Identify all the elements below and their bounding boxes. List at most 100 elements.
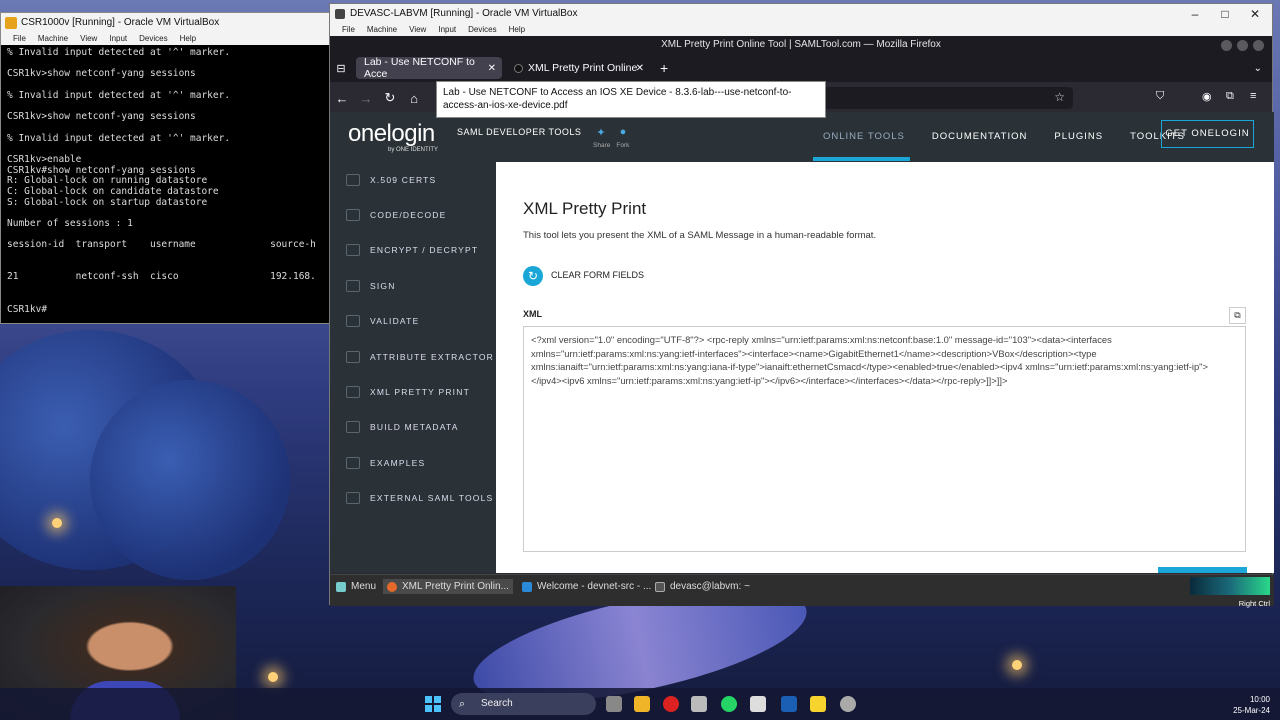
menu-machine[interactable]: Machine — [367, 24, 397, 36]
sidebar-item-encrypt-decrypt[interactable]: ENCRYPT / DECRYPT — [330, 233, 496, 268]
social-labels: Share Fork — [593, 142, 629, 149]
firefox-title-bar[interactable]: XML Pretty Print Online Tool | SAMLTool.… — [330, 36, 1272, 54]
opera-icon[interactable] — [663, 696, 679, 712]
sidebar-item-validate[interactable]: VALIDATE — [330, 304, 496, 339]
maximize-icon[interactable] — [1237, 40, 1248, 51]
sidebar-item-build-metadata[interactable]: BUILD METADATA — [330, 410, 496, 445]
terminal-line: % Invalid input detected at '^' marker. — [7, 89, 231, 101]
reload-icon[interactable]: ↻ — [378, 90, 402, 106]
vbox-menu-bar: File Machine View Input Devices Help — [1, 33, 329, 45]
tools-sidebar: X.509 CERTS CODE/DECODE ENCRYPT / DECRYP… — [330, 162, 496, 573]
sidebar-item-label: CODE/DECODE — [370, 210, 447, 221]
share-link[interactable]: Share — [593, 142, 610, 149]
vbox-window-csr1000v[interactable]: CSR1000v [Running] - Oracle VM VirtualBo… — [0, 12, 330, 324]
forward-icon[interactable]: → — [354, 91, 378, 106]
sidebar-item-code-decode[interactable]: CODE/DECODE — [330, 197, 496, 232]
account-icon[interactable]: ◉ — [1202, 90, 1212, 103]
tab-netconf-lab[interactable]: Lab - Use NETCONF to Acce ✕ — [356, 56, 502, 80]
sidebar-item-xml-pretty-print[interactable]: XML PRETTY PRINT — [330, 374, 496, 409]
menu-help[interactable]: Help — [509, 24, 525, 36]
start-menu-button[interactable]: Menu — [336, 579, 376, 594]
menu-input[interactable]: Input — [438, 24, 456, 36]
terminal-console[interactable]: % Invalid input detected at '^' marker. C… — [1, 45, 329, 313]
minimize-icon[interactable]: – — [1180, 4, 1210, 24]
taskbar-item-vscode[interactable]: Welcome - devnet-src - ... — [522, 579, 651, 594]
minimize-icon[interactable] — [1221, 40, 1232, 51]
menu-view[interactable]: View — [80, 33, 97, 45]
host-key-label: Right Ctrl — [1238, 599, 1270, 608]
refresh-icon[interactable]: ↻ — [523, 266, 543, 286]
app-icon[interactable] — [810, 696, 826, 712]
system-clock[interactable]: 10:00 25-Mar-24 — [1233, 694, 1270, 716]
menu-help[interactable]: Help — [180, 33, 196, 45]
notepad-icon[interactable] — [750, 696, 766, 712]
close-icon[interactable] — [1253, 40, 1264, 51]
xml-textarea[interactable]: <?xml version="1.0" encoding="UTF-8"?> <… — [523, 326, 1246, 552]
onelogin-logo[interactable]: onelogin — [348, 120, 435, 148]
terminal-line: CSR1kv>enable — [7, 153, 82, 165]
menu-file[interactable]: File — [13, 33, 26, 45]
back-icon[interactable]: ← — [330, 91, 354, 106]
sidebar-item-external-saml-tools[interactable]: EXTERNAL SAML TOOLS — [330, 481, 496, 516]
github-icon[interactable]: ● — [616, 126, 630, 139]
sidebar-item-examples[interactable]: EXAMPLES — [330, 445, 496, 480]
sidebar-item-attribute-extractor[interactable]: ATTRIBUTE EXTRACTOR — [330, 339, 496, 374]
tab-list-chevron-down-icon[interactable]: ⌄ — [1254, 63, 1262, 74]
sidebar-item-label: BUILD METADATA — [370, 422, 459, 433]
windows-start-icon[interactable] — [425, 696, 441, 712]
vscode-icon — [522, 581, 532, 592]
site-header: onelogin by ONE IDENTITY SAML DEVELOPER … — [330, 112, 1274, 162]
close-icon[interactable]: ✕ — [636, 63, 644, 74]
menu-input[interactable]: Input — [109, 33, 127, 45]
window-title-bar[interactable]: CSR1000v [Running] - Oracle VM VirtualBo… — [1, 13, 329, 33]
maximize-icon[interactable]: □ — [1210, 4, 1240, 24]
extensions-icon[interactable]: ⧉ — [1226, 90, 1234, 103]
window-title-bar[interactable]: DEVASC-LABVM [Running] - Oracle VM Virtu… — [330, 4, 1272, 24]
tab-xml-pretty-print[interactable]: XML Pretty Print Online ✕ — [506, 57, 650, 79]
close-icon[interactable]: ✕ — [1240, 4, 1270, 24]
get-onelogin-button[interactable]: GET ONELOGIN — [1161, 120, 1254, 148]
menu-view[interactable]: View — [409, 24, 426, 36]
twitter-icon[interactable]: ✦ — [594, 126, 608, 139]
file-explorer-icon[interactable] — [634, 696, 650, 712]
taskbar-item-firefox[interactable]: XML Pretty Print Onlin... — [383, 579, 513, 594]
menu-devices[interactable]: Devices — [468, 24, 496, 36]
close-icon[interactable]: ✕ — [488, 63, 496, 74]
taskbar-search[interactable]: ⌕ Search — [451, 693, 596, 715]
hamburger-menu-icon[interactable]: ≡ — [1250, 90, 1256, 102]
sidebar-item-sign[interactable]: SIGN — [330, 268, 496, 303]
fork-link[interactable]: Fork — [616, 142, 629, 149]
sidebar-item-x509-certs[interactable]: X.509 CERTS — [330, 162, 496, 197]
task-view-icon[interactable] — [606, 696, 622, 712]
menu-machine[interactable]: Machine — [38, 33, 68, 45]
menu-file[interactable]: File — [342, 24, 355, 36]
terminal-line: Number of sessions : 1 — [7, 218, 133, 229]
nav-plugins[interactable]: PLUGINS — [1054, 131, 1103, 142]
sidebar-item-label: XML PRETTY PRINT — [370, 387, 470, 398]
page-title: XML Pretty Print — [523, 199, 647, 218]
home-icon[interactable]: ⌂ — [402, 91, 426, 106]
menu-devices[interactable]: Devices — [139, 33, 167, 45]
pocket-icon[interactable]: ⛉ — [1156, 90, 1164, 103]
app-icon[interactable] — [691, 696, 707, 712]
guest-taskbar: Menu XML Pretty Print Onlin... Welcome -… — [330, 574, 1274, 608]
search-label: Search — [481, 698, 513, 709]
tab-overview-icon[interactable]: ⊟ — [330, 62, 352, 75]
host-taskbar: ⌕ Search 10:00 25-Mar-24 — [0, 688, 1280, 720]
clear-form-fields-button[interactable]: CLEAR FORM FIELDS — [551, 270, 644, 280]
new-tab-icon[interactable]: + — [660, 60, 668, 76]
app-icon[interactable] — [840, 696, 856, 712]
whatsapp-icon[interactable] — [721, 696, 737, 712]
taskbar-item-terminal[interactable]: devasc@labvm: ~ — [655, 579, 750, 594]
format-button[interactable] — [1158, 567, 1247, 573]
bookmark-star-icon[interactable]: ☆ — [1054, 90, 1065, 104]
nav-documentation[interactable]: DOCUMENTATION — [932, 131, 1028, 142]
desktop-wallpaper — [1012, 660, 1022, 670]
nav-online-tools[interactable]: ONLINE TOOLS — [823, 131, 905, 142]
copy-icon[interactable]: ⧉ — [1229, 307, 1246, 324]
virtualbox-icon[interactable] — [781, 696, 797, 712]
sidebar-item-label: SIGN — [370, 280, 396, 291]
firefox-icon — [387, 581, 397, 592]
terminal-line: S: Global-lock on startup datastore — [7, 196, 208, 208]
